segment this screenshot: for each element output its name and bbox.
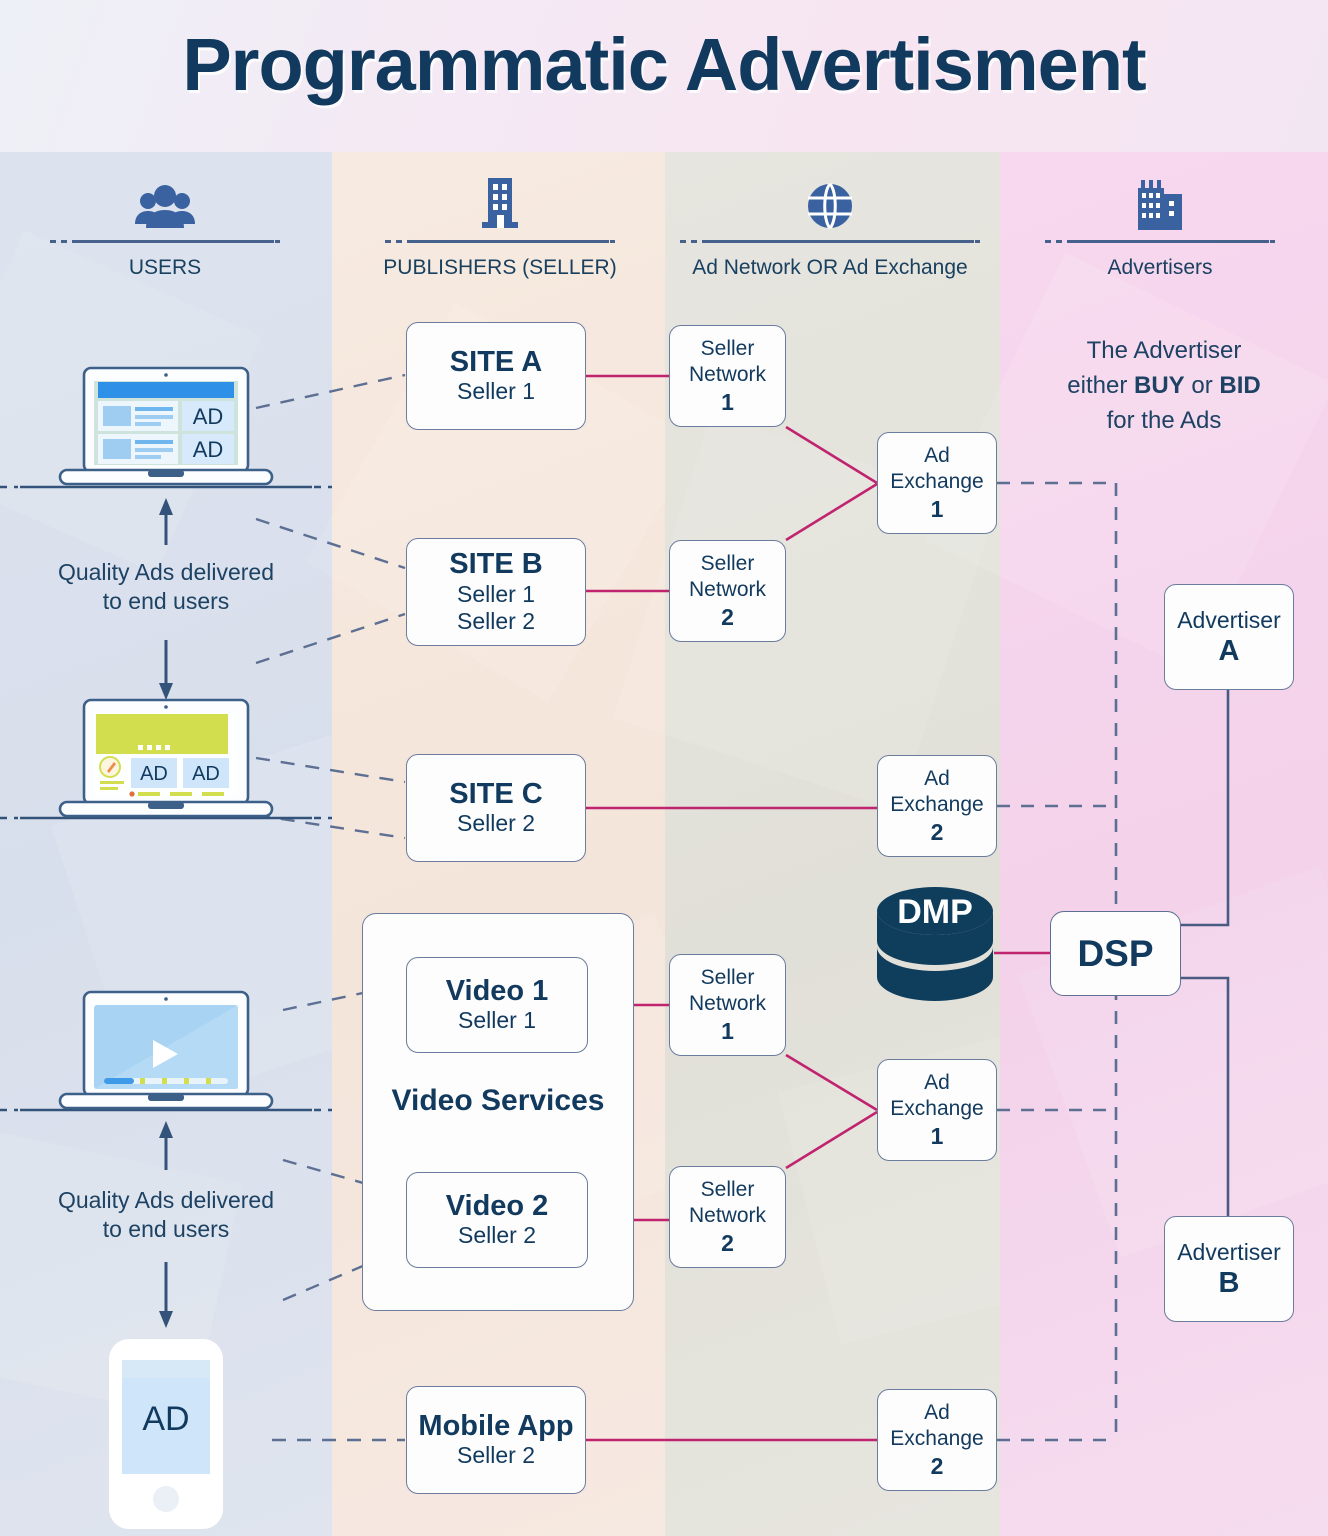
laptop-banner: AD AD	[52, 698, 280, 825]
globe-icon	[675, 176, 985, 232]
publisher-seller: Seller 2	[458, 1222, 536, 1249]
publisher-video-1[interactable]: Video 1 Seller 1	[406, 957, 588, 1053]
advertiser-note: The Advertiser either BUY or BID for the…	[1018, 334, 1310, 438]
publisher-seller: Seller 2	[457, 608, 535, 635]
infographic-root: Programmatic Advertisment USERS PUBLISHE…	[0, 0, 1328, 1536]
ad-exchange-1-top[interactable]: Ad Exchange 1	[877, 432, 997, 534]
node-number: 1	[721, 388, 734, 415]
video-services-label: Video Services	[391, 1084, 605, 1117]
node-line-1: Seller	[700, 966, 755, 990]
dmp-label: DMP	[897, 893, 973, 931]
publisher-seller: Seller 1	[458, 1007, 536, 1034]
publisher-site-c[interactable]: SITE C Seller 2	[406, 754, 586, 862]
svg-text:AD: AD	[192, 763, 220, 785]
node-line-1: Ad	[924, 767, 950, 791]
node-line-2: Exchange	[890, 469, 984, 493]
band-users	[0, 152, 430, 1536]
publisher-name: Mobile App	[418, 1409, 574, 1442]
seller-network-1-bottom[interactable]: Seller Network 1	[669, 954, 786, 1056]
svg-text:AD: AD	[193, 437, 224, 462]
publisher-video-2[interactable]: Video 2 Seller 2	[406, 1172, 588, 1268]
node-line-2: Exchange	[890, 1096, 984, 1120]
building-icon	[380, 176, 620, 232]
advertiser-note-line-1: The Advertiser	[1086, 337, 1242, 364]
node-line-2: Network	[688, 991, 767, 1015]
advertiser-note-line-2: either BUY or BID	[1067, 371, 1261, 399]
node-line-2: Network	[688, 577, 767, 601]
publisher-name: Video 2	[445, 1189, 549, 1222]
column-header-publishers: PUBLISHERS (SELLER)	[380, 176, 620, 280]
advertiser-label: Advertiser	[1177, 1238, 1281, 1265]
column-label-advertisers: Advertisers	[1107, 256, 1213, 279]
publisher-site-b[interactable]: SITE B Seller 1 Seller 2	[406, 538, 586, 646]
advertiser-b[interactable]: Advertiser B	[1164, 1216, 1294, 1322]
column-label-users: USERS	[128, 256, 202, 279]
node-number: 2	[930, 818, 944, 845]
buy-keyword: BUY	[1134, 371, 1185, 399]
node-line-1: Ad	[924, 1071, 950, 1095]
node-line-2: Exchange	[890, 1426, 984, 1450]
laptop-video	[52, 990, 280, 1117]
svg-text:AD: AD	[193, 404, 224, 429]
ad-exchange-2-mid[interactable]: Ad Exchange 2	[877, 755, 997, 857]
node-line-1: Ad	[924, 1401, 950, 1425]
publisher-seller: Seller 2	[457, 810, 535, 837]
ad-exchange-1-bottom[interactable]: Ad Exchange 1	[877, 1059, 997, 1161]
svg-text:AD: AD	[142, 1400, 189, 1438]
publisher-seller: Seller 2	[457, 1442, 535, 1469]
node-line-1: Ad	[924, 444, 950, 468]
advertiser-letter: A	[1218, 634, 1240, 667]
phone-ad: AD	[106, 1336, 226, 1536]
node-line-1: Seller	[700, 1178, 755, 1202]
laptop-article: AD AD	[52, 366, 280, 493]
city-icon	[1040, 176, 1280, 232]
people-icon	[45, 176, 285, 232]
dsp-node[interactable]: DSP	[1050, 911, 1181, 996]
bid-keyword: BID	[1219, 371, 1261, 399]
node-line-2: Exchange	[890, 792, 984, 816]
page-title: Programmatic Advertisment	[182, 23, 1146, 106]
publisher-seller: Seller 1	[457, 378, 535, 405]
advertiser-note-line-3: for the Ads	[1106, 406, 1222, 434]
advertiser-label: Advertiser	[1177, 606, 1281, 633]
node-number: 2	[930, 1452, 944, 1479]
ad-exchange-2-bottom[interactable]: Ad Exchange 2	[877, 1389, 997, 1491]
publisher-seller: Seller 1	[457, 580, 535, 607]
seller-network-2-bottom[interactable]: Seller Network 2	[669, 1166, 786, 1268]
node-line-2: Network	[688, 1203, 767, 1227]
publisher-name: SITE B	[449, 548, 543, 581]
node-number: 1	[930, 495, 944, 522]
advertiser-a[interactable]: Advertiser A	[1164, 584, 1294, 690]
dmp-database-icon[interactable]: DMP	[874, 885, 996, 1012]
seller-network-2-top[interactable]: Seller Network 2	[669, 540, 786, 642]
note-top: Quality Ads delivered to end users	[57, 559, 275, 615]
svg-text:AD: AD	[140, 763, 168, 785]
node-number: 1	[930, 1122, 944, 1149]
node-line-2: Network	[688, 362, 767, 386]
node-number: 2	[721, 1229, 734, 1256]
publisher-site-a[interactable]: SITE A Seller 1	[406, 322, 586, 430]
publisher-name: Video 1	[445, 974, 549, 1007]
node-number: 1	[721, 1017, 734, 1044]
column-header-network: Ad Network OR Ad Exchange	[675, 176, 985, 280]
dsp-label: DSP	[1077, 932, 1154, 974]
node-line-1: Seller	[700, 337, 755, 361]
advertiser-letter: B	[1218, 1266, 1240, 1299]
column-header-users: USERS	[45, 176, 285, 280]
column-header-advertisers: Advertisers	[1040, 176, 1280, 280]
column-label-network: Ad Network OR Ad Exchange	[692, 256, 968, 279]
publisher-name: SITE C	[449, 777, 543, 810]
publisher-mobile-app[interactable]: Mobile App Seller 2	[406, 1386, 586, 1494]
seller-network-1-top[interactable]: Seller Network 1	[669, 325, 786, 427]
column-label-publishers: PUBLISHERS (SELLER)	[383, 256, 617, 279]
note-bottom: Quality Ads delivered to end users	[57, 1187, 275, 1243]
node-line-1: Seller	[700, 552, 755, 576]
node-number: 2	[721, 603, 734, 630]
publisher-name: SITE A	[449, 345, 543, 378]
